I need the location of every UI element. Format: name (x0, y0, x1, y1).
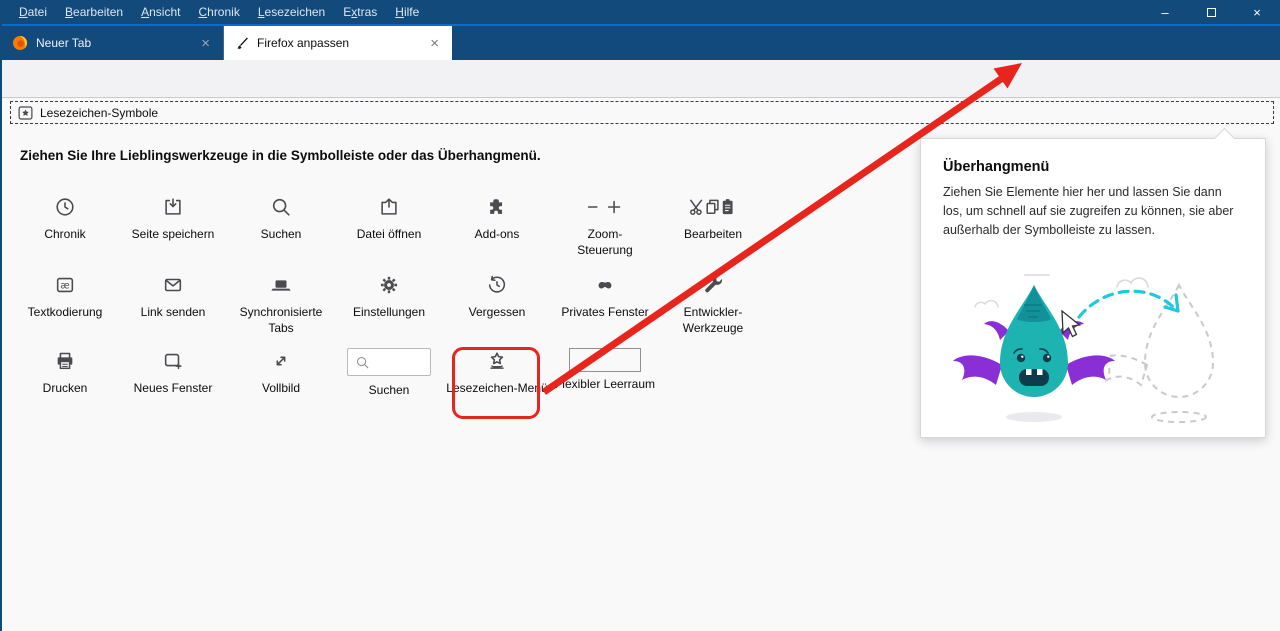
palette-item-zoom-steuerung[interactable]: Zoom-Steuerung (551, 194, 659, 258)
envelope-icon (162, 272, 184, 298)
palette-item-suchfeld[interactable]: Suchen (335, 348, 443, 399)
item-label: Neues Fenster (134, 381, 213, 397)
palette-item-einstellungen[interactable]: Einstellungen (335, 272, 443, 321)
palette-item-entwickler-werkzeuge[interactable]: Entwickler-Werkzeuge (659, 272, 767, 336)
maximize-button[interactable] (1188, 0, 1234, 24)
minimize-button[interactable]: – (1142, 0, 1188, 24)
item-label: Suchen (369, 383, 410, 399)
puzzle-icon (486, 194, 508, 220)
menu-datei[interactable]: Datei (10, 0, 56, 24)
close-tab-icon[interactable]: × (198, 35, 213, 52)
new-window-icon (162, 348, 184, 374)
item-label: Vollbild (262, 381, 300, 397)
palette-item-addons[interactable]: Add-ons (443, 194, 551, 243)
fullscreen-arrows-icon (270, 348, 292, 374)
item-label: Bearbeiten (684, 227, 742, 243)
item-label: Add-ons (475, 227, 520, 243)
cut-copy-paste-icon (689, 194, 737, 220)
flexible-space-box (569, 348, 641, 372)
palette-item-vergessen[interactable]: Vergessen (443, 272, 551, 321)
zoom-minus-plus-icon (585, 194, 625, 220)
palette-item-privates-fenster[interactable]: Privates Fenster (551, 272, 659, 321)
bookmarks-toolbar-placeholder[interactable]: Lesezeichen-Symbole (10, 101, 1274, 124)
bookmark-star-box-icon (17, 105, 34, 121)
maximize-icon (1207, 8, 1216, 17)
menu-hilfe[interactable]: Hilfe (386, 0, 428, 24)
tab-bar: Neuer Tab × Firefox anpassen × (2, 26, 1280, 60)
forget-clock-icon (486, 272, 508, 298)
item-label: Vergessen (469, 305, 526, 321)
palette-item-drucken[interactable]: Drucken (11, 348, 119, 397)
palette-item-vollbild[interactable]: Vollbild (227, 348, 335, 397)
item-label: Einstellungen (353, 305, 425, 321)
panel-body: Ziehen Sie Elemente hier her und lassen … (943, 183, 1243, 239)
item-label: Privates Fenster (561, 305, 648, 321)
wrench-icon (702, 272, 724, 298)
menubar: Datei Bearbeiten Ansicht Chronik Lesezei… (2, 0, 1280, 24)
clock-icon (54, 194, 76, 220)
item-label: Drucken (43, 381, 88, 397)
open-file-icon (378, 194, 400, 220)
search-field-widget (347, 348, 431, 376)
item-label: Link senden (141, 305, 206, 321)
item-label: Chronik (44, 227, 85, 243)
firefox-customize-window: Datei Bearbeiten Ansicht Chronik Lesezei… (0, 0, 1280, 631)
overflow-drop-monster-illustration (929, 261, 1259, 431)
menu-ansicht[interactable]: Ansicht (132, 0, 189, 24)
palette-item-flexibler-leerraum[interactable]: Flexibler Leerraum (551, 348, 659, 393)
panel-title: Überhangmenü (943, 159, 1243, 175)
save-page-icon (162, 194, 184, 220)
item-label: Textkodierung (28, 305, 103, 321)
printer-icon (54, 348, 76, 374)
close-tab-icon[interactable]: × (427, 35, 442, 52)
item-label: Entwickler-Werkzeuge (659, 305, 767, 336)
tab-title: Neuer Tab (36, 36, 198, 50)
item-label: Suchen (261, 227, 302, 243)
gear-icon (378, 272, 400, 298)
palette-item-textkodierung[interactable]: æ Textkodierung (11, 272, 119, 321)
overflow-menu-panel: Überhangmenü Ziehen Sie Elemente hier he… (920, 138, 1266, 438)
tab-neuer-tab[interactable]: Neuer Tab × (2, 26, 224, 60)
menu-lesezeichen[interactable]: Lesezeichen (249, 0, 334, 24)
palette-item-suchen[interactable]: Suchen (227, 194, 335, 243)
palette-item-neues-fenster[interactable]: Neues Fenster (119, 348, 227, 397)
tab-firefox-anpassen[interactable]: Firefox anpassen × (224, 26, 452, 60)
item-label: Synchronisierte Tabs (227, 305, 335, 336)
menu-extras[interactable]: Extras (334, 0, 386, 24)
synced-tabs-icon (269, 272, 293, 298)
tab-title: Firefox anpassen (257, 36, 427, 50)
palette-item-chronik[interactable]: Chronik (11, 194, 119, 243)
menu-bearbeiten[interactable]: Bearbeiten (56, 0, 132, 24)
navigation-toolbar (2, 60, 1280, 98)
palette-item-link-senden[interactable]: Link senden (119, 272, 227, 321)
text-encoding-icon: æ (54, 272, 76, 298)
item-label: Seite speichern (132, 227, 215, 243)
window-controls: – × (1142, 0, 1280, 24)
search-icon (355, 355, 370, 370)
svg-text:æ: æ (60, 281, 69, 292)
paintbrush-icon (234, 36, 249, 51)
privacy-mask-icon (593, 272, 617, 298)
menu-chronik[interactable]: Chronik (189, 0, 248, 24)
search-icon (270, 194, 292, 220)
item-label: Flexibler Leerraum (555, 377, 655, 393)
annotation-highlight-box (452, 347, 540, 419)
item-label: Zoom-Steuerung (569, 227, 641, 258)
palette-item-datei-oeffnen[interactable]: Datei öffnen (335, 194, 443, 243)
item-label: Datei öffnen (357, 227, 422, 243)
palette-item-seite-speichern[interactable]: Seite speichern (119, 194, 227, 243)
customize-heading: Ziehen Sie Ihre Lieblingswerkzeuge in di… (20, 148, 541, 163)
bookmarks-toolbar-label: Lesezeichen-Symbole (40, 106, 158, 120)
tab-accent-line (2, 24, 1280, 26)
close-window-button[interactable]: × (1234, 0, 1280, 24)
panel-caret (1214, 127, 1235, 148)
firefox-logo-icon (12, 35, 28, 51)
palette-item-synchronisierte-tabs[interactable]: Synchronisierte Tabs (227, 272, 335, 336)
palette-item-bearbeiten[interactable]: Bearbeiten (659, 194, 767, 243)
